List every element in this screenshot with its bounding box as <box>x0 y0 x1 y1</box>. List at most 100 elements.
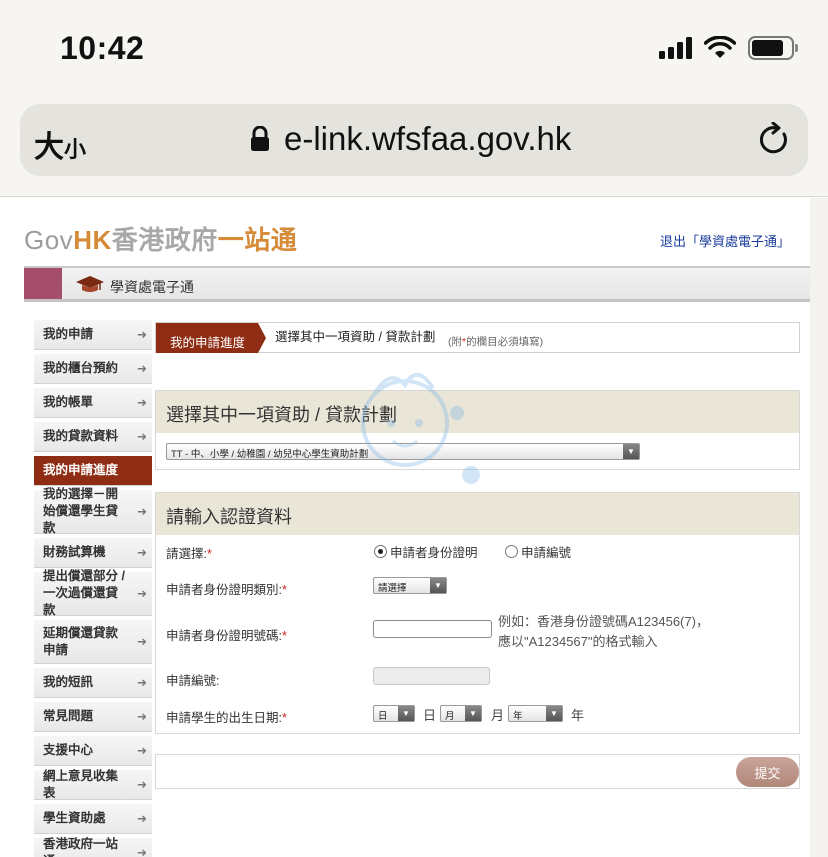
scheme-panel-title: 選擇其中一項資助 / 貸款計劃 <box>156 391 799 433</box>
chevron-down-icon: ▼ <box>623 444 639 459</box>
dob-month-select[interactable]: 月 ▼ <box>440 705 482 722</box>
id-type-select[interactable]: 請選擇 ▼ <box>373 577 447 594</box>
dob-month-unit: 月 <box>491 708 505 723</box>
required-star: * <box>206 547 212 561</box>
scheme-select[interactable]: TT - 中、小學 / 幼稚園 / 幼兒中心學生資助計劃 ▼ <box>166 443 640 460</box>
dob-day-unit: 日 <box>423 708 437 723</box>
choose-label-text: 請選擇: <box>166 547 207 561</box>
id-type-label: 申請者身份證明類別:* <box>166 579 287 598</box>
app-no-input[interactable] <box>373 667 490 685</box>
arrow-right-icon: ➜ <box>136 327 147 341</box>
chevron-down-icon: ▼ <box>398 706 414 721</box>
sidebar-item-support[interactable]: 支援中心 ➜ <box>34 736 152 766</box>
sidebar-item-my-applications[interactable]: 我的申請 ➜ <box>34 320 152 350</box>
sidebar-item-wfsfaa[interactable]: 學生資助處 ➜ <box>34 804 152 834</box>
sidebar-item-label: 提出償還部分 / 一次過償還貸款 <box>43 569 125 617</box>
chevron-down-icon: ▼ <box>465 706 481 721</box>
submit-bar: 提交 <box>155 754 800 789</box>
sidebar-item-partial-repayment[interactable]: 提出償還部分 / 一次過償還貸款 ➜ <box>34 569 152 617</box>
sidebar-item-feedback[interactable]: 網上意見收集表 ➜ <box>34 768 152 800</box>
url-field[interactable]: e-link.wfsfaa.gov.hk <box>250 120 571 158</box>
sidebar-item-label: 我的申請進度 <box>43 463 119 477</box>
required-note-suffix: 的欄目必須填寫) <box>466 336 544 348</box>
dob-day-value: 日 <box>378 711 388 722</box>
step-bar: 我的申請進度 選擇其中一項資助 / 貸款計劃 (附*的欄目必須填寫) <box>155 322 800 353</box>
choose-label: 請選擇:* <box>166 543 212 562</box>
service-banner: 學資處電子通 <box>24 266 810 302</box>
sidebar-item-label: 我的短訊 <box>43 675 94 689</box>
submit-button[interactable]: 提交 <box>736 757 799 787</box>
scheme-panel: 選擇其中一項資助 / 貸款計劃 TT - 中、小學 / 幼稚園 / 幼兒中心學生… <box>155 390 800 470</box>
govhk-logo[interactable]: GovHK香港政府一站通 <box>24 220 297 257</box>
id-type-label-text: 申請者身份證明類別: <box>166 583 282 597</box>
sidebar-item-calculator[interactable]: 財務試算機 ➜ <box>34 538 152 568</box>
sidebar-item-loan-info[interactable]: 我的貸款資料 ➜ <box>34 422 152 452</box>
arrow-right-icon: ➜ <box>136 845 147 857</box>
dob-year-select[interactable]: 年 ▼ <box>508 705 563 722</box>
sidebar-item-label: 香港政府一站通 <box>43 836 119 857</box>
lock-icon <box>251 126 269 151</box>
sidebar-item-label: 網上意見收集表 <box>43 768 119 800</box>
id-number-hint-line1: 例如：香港身份證號碼A123456(7)， <box>498 614 709 629</box>
id-number-label: 申請者身份證明號碼:* <box>166 625 287 644</box>
id-type-select-value: 請選擇 <box>378 583 407 594</box>
app-no-label: 申請編號: <box>166 674 220 688</box>
status-icons <box>659 36 798 60</box>
sidebar-item-govhk[interactable]: 香港政府一站通 ➜ <box>34 836 152 857</box>
logo-hk: HK <box>73 225 112 255</box>
logo-gov: Gov <box>24 225 74 255</box>
id-number-hint: 例如：香港身份證號碼A123456(7)， 應以"A1234567"的格式輸入 <box>498 612 709 652</box>
radio-id-proof-label: 申請者身份證明 <box>390 546 478 560</box>
text-size-button[interactable]: 大小 <box>34 122 86 166</box>
sidebar-item-bills[interactable]: 我的帳單 ➜ <box>34 388 152 418</box>
dob-year-unit: 年 <box>571 708 585 723</box>
arrow-right-icon: ➜ <box>136 634 147 648</box>
reload-icon[interactable] <box>756 122 792 158</box>
address-bar[interactable]: 大小 e-link.wfsfaa.gov.hk <box>20 104 808 176</box>
status-time: 10:42 <box>60 30 145 66</box>
sidebar-item-label: 我的選擇－開始償還學生貸款 <box>43 487 119 535</box>
chevron-down-icon: ▼ <box>430 578 446 593</box>
id-number-input[interactable] <box>373 620 492 638</box>
sidebar-item-sms[interactable]: 我的短訊 ➜ <box>34 668 152 698</box>
arrow-right-icon: ➜ <box>136 545 147 559</box>
arrow-right-icon: ➜ <box>136 777 147 791</box>
arrow-right-icon: ➜ <box>136 504 147 518</box>
arrow-right-icon: ➜ <box>136 709 147 723</box>
chevron-down-icon: ▼ <box>546 706 562 721</box>
signal-icon <box>659 37 692 59</box>
sidebar-item-application-progress[interactable]: 我的申請進度 <box>34 456 152 486</box>
sidebar-item-label: 我的櫃台預約 <box>43 361 119 375</box>
sidebar-item-label: 財務試算機 <box>43 545 106 559</box>
sidebar-item-start-repayment[interactable]: 我的選擇－開始償還學生貸款 ➜ <box>34 487 152 535</box>
arrow-right-icon: ➜ <box>136 743 147 757</box>
radio-application-no-label: 申請編號 <box>521 546 572 560</box>
browser-chrome: 10:42 大小 e-link.wfsfaa.gov.hk <box>0 0 828 197</box>
dob-day-select[interactable]: 日 ▼ <box>373 705 415 722</box>
radio-id-proof[interactable]: 申請者身份證明 <box>374 542 478 561</box>
step-current: 我的申請進度 <box>156 323 266 353</box>
radio-application-no[interactable]: 申請編號 <box>505 542 571 561</box>
sidebar-item-label: 支援中心 <box>43 743 94 757</box>
sidebar-item-label: 我的申請 <box>43 327 94 341</box>
sidebar-item-deferment[interactable]: 延期償還貸款申請 ➜ <box>34 620 152 664</box>
required-star: * <box>281 629 287 643</box>
sidebar-item-faq[interactable]: 常見問題 ➜ <box>34 702 152 732</box>
radio-button-checked[interactable] <box>374 545 387 558</box>
logo-zh: 香港政府 <box>111 225 218 255</box>
logo-one: 一站通 <box>217 225 298 255</box>
radio-button[interactable] <box>505 545 518 558</box>
dob-month-value: 月 <box>445 711 455 722</box>
text-size-small: 小 <box>64 137 87 162</box>
wifi-icon <box>704 36 736 58</box>
banner-accent <box>24 268 62 299</box>
required-star: * <box>281 711 287 725</box>
arrow-right-icon: ➜ <box>136 429 147 443</box>
web-page: GovHK香港政府一站通 退出「學資處電子通」 學資處電子通 我的申請 ➜ 我的櫃… <box>0 198 828 857</box>
sidebar-item-counter-booking[interactable]: 我的櫃台預約 ➜ <box>34 354 152 384</box>
logout-link[interactable]: 退出「學資處電子通」 <box>660 231 790 250</box>
arrow-right-icon: ➜ <box>136 811 147 825</box>
arrow-right-icon: ➜ <box>136 586 147 600</box>
graduation-cap-icon <box>76 276 104 292</box>
sidebar-item-label: 延期償還貸款申請 <box>43 625 119 657</box>
